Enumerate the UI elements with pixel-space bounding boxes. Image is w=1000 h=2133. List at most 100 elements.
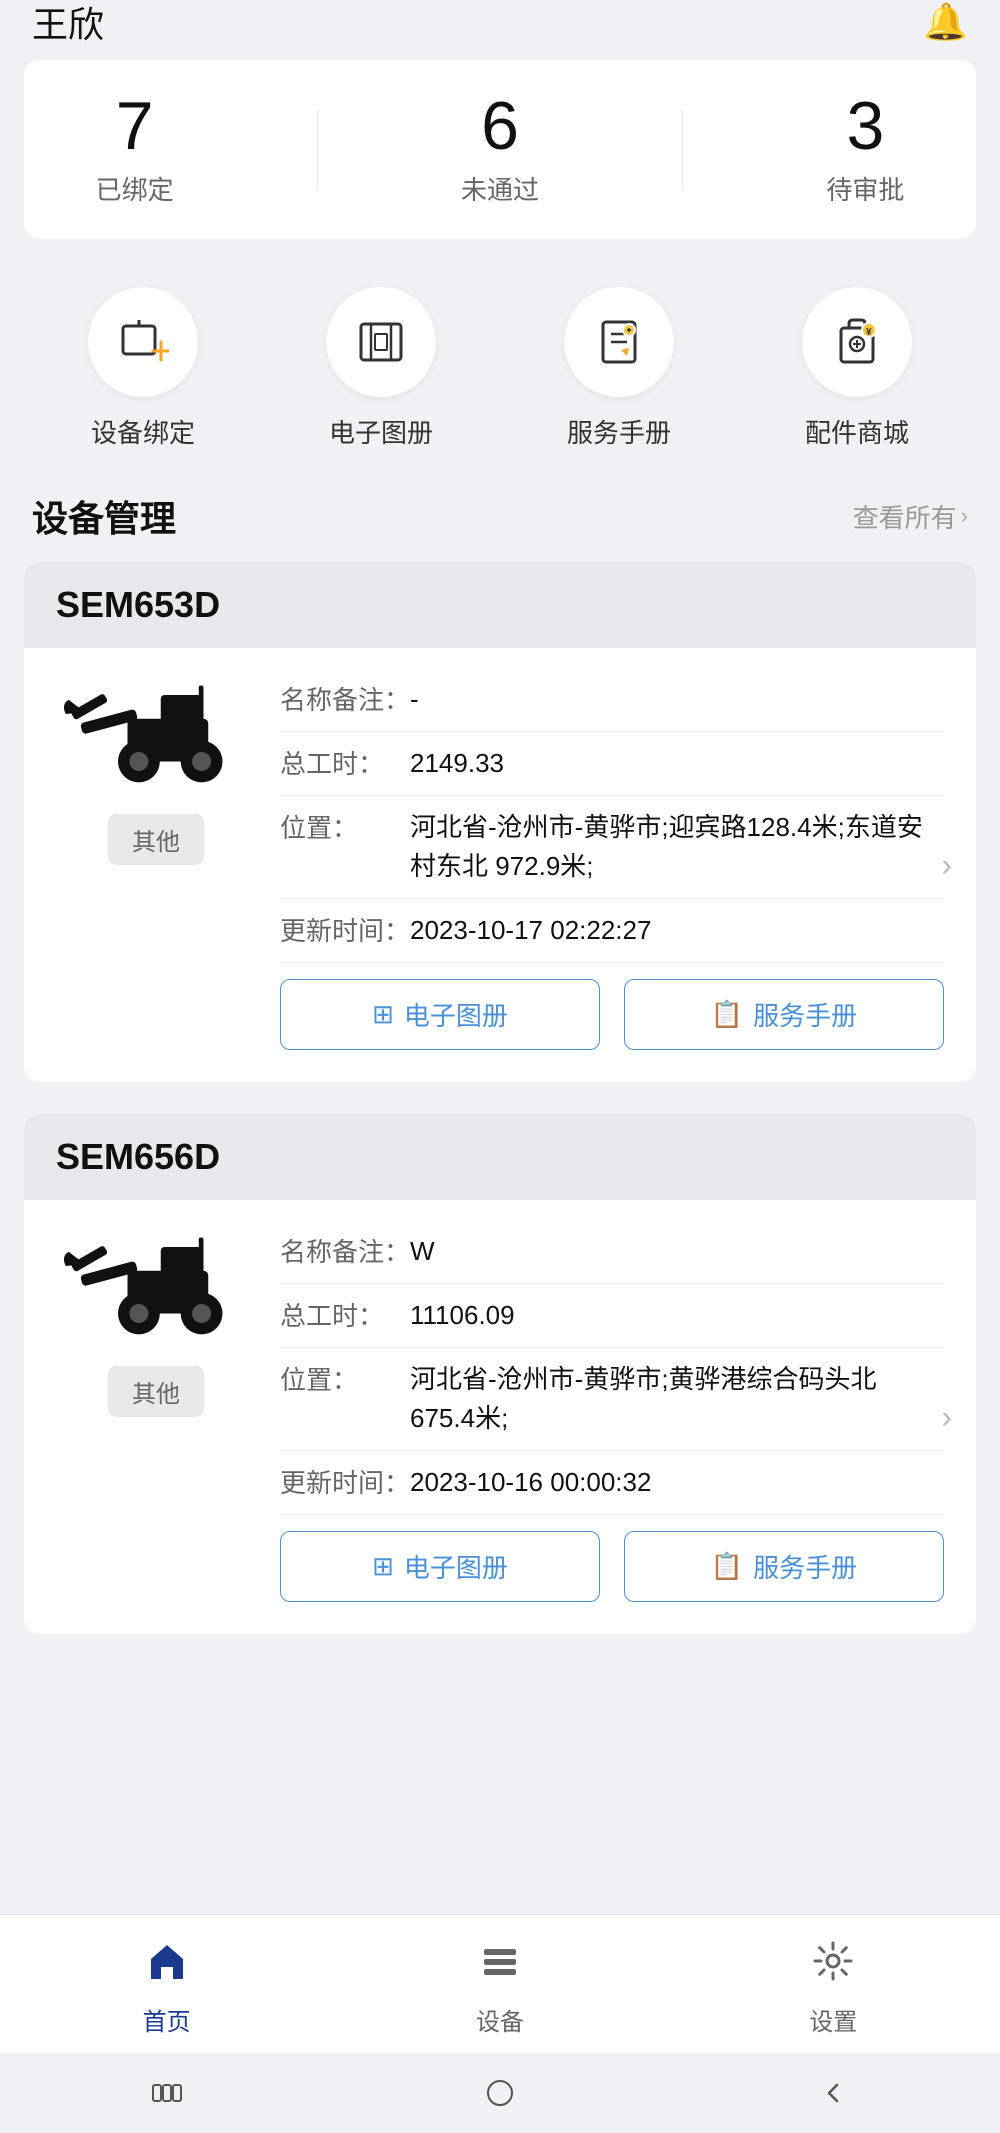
stat-bound-number: 7 [116,92,154,160]
stat-pending-label: 待审批 [826,170,904,207]
device-card-header-1: SEM653D [24,562,976,648]
device-model-1: SEM653D [56,584,220,625]
device-management-title: 设备管理 [32,490,176,542]
stat-pending-number: 3 [846,92,884,160]
info-key-location-1: 位置： [280,808,410,845]
manual-icon-2: 📋 [711,1551,743,1582]
view-all-button[interactable]: 查看所有 › [853,498,968,535]
device-silhouette-1 [61,673,251,793]
info-val-name-1: - [410,680,944,719]
quick-actions: 设备绑定 电子图册 服务手册 [0,255,1000,482]
home-icon [145,1939,189,1994]
nav-home-label: 首页 [143,2002,191,2037]
header: 王欣 🔔 [0,0,1000,44]
device-tag-1: 其他 [108,814,204,865]
stat-pending[interactable]: 3 待审批 [826,92,904,207]
info-val-location-2: 河北省-沧州市-黄骅市;黄骅港综合码头北 675.4米; [410,1360,944,1438]
parts-shop-icon: ¥ [831,316,883,368]
service-manual-icon [593,316,645,368]
device-info-row-name-2: 名称备注： W [280,1220,944,1284]
stats-card: 7 已绑定 6 未通过 3 待审批 [24,60,976,239]
info-val-update-2: 2023-10-16 00:00:32 [410,1463,944,1502]
device-info-row-location-1: 位置： 河北省-沧州市-黄骅市;迎宾路128.4米;东道安村东北 972.9米; [280,796,944,899]
device-management-header: 设备管理 查看所有 › [0,482,1000,562]
electronic-album-icon-circle [326,287,436,397]
info-key-update-1: 更新时间： [280,911,410,948]
info-val-hours-1: 2149.33 [410,744,944,783]
card-chevron-1: › [941,847,952,884]
stat-failed-number: 6 [481,92,519,160]
stat-bound[interactable]: 7 已绑定 [96,92,174,207]
device-actions-2: ⊞ 电子图册 📋 服务手册 [280,1531,944,1602]
device-card-header-2: SEM656D [24,1114,976,1200]
stat-divider-2 [682,110,683,190]
action-service-manual-label: 服务手册 [567,413,671,450]
device-card-body-1[interactable]: 其他 名称备注： - 总工时： 2149.33 位置： 河北省-沧州市-黄骅市;… [24,648,976,1082]
view-all-chevron-icon: › [961,503,968,529]
device-model-2: SEM656D [56,1136,220,1177]
nav-device[interactable]: 设备 [476,1939,524,2037]
device-tag-2: 其他 [108,1366,204,1417]
notification-bell-icon[interactable]: 🔔 [923,1,968,43]
device-info-row-hours-2: 总工时： 11106.09 [280,1284,944,1348]
action-device-bind[interactable]: 设备绑定 [88,287,198,450]
info-key-location-2: 位置： [280,1360,410,1397]
action-electronic-album[interactable]: 电子图册 [326,287,436,450]
bottom-nav: 首页 设备 设置 [0,1914,1000,2053]
stat-failed[interactable]: 6 未通过 [461,92,539,207]
device-info-2: 名称备注： W 总工时： 11106.09 位置： 河北省-沧州市-黄骅市;黄骅… [280,1220,944,1602]
device-info-row-hours-1: 总工时： 2149.33 [280,732,944,796]
parts-shop-icon-circle: ¥ [802,287,912,397]
device-album-btn-1[interactable]: ⊞ 电子图册 [280,979,600,1050]
info-val-hours-2: 11106.09 [410,1296,944,1335]
system-nav-bar [0,2053,1000,2133]
device-card-sem653d: SEM653D [24,562,976,1082]
device-image-section-2: 其他 [56,1220,256,1602]
device-album-label-1: 电子图册 [404,996,508,1033]
svg-text:¥: ¥ [866,327,872,338]
info-val-name-2: W [410,1232,944,1271]
album-icon-1: ⊞ [372,999,394,1030]
info-val-location-1: 河北省-沧州市-黄骅市;迎宾路128.4米;东道安村东北 972.9米; [410,808,944,886]
info-key-hours-1: 总工时： [280,744,410,781]
settings-icon [811,1939,855,1994]
device-bind-icon [117,316,169,368]
electronic-album-icon [355,316,407,368]
device-info-row-update-2: 更新时间： 2023-10-16 00:00:32 [280,1451,944,1515]
device-icon [478,1939,522,1994]
stat-failed-label: 未通过 [461,170,539,207]
device-card-sem656d: SEM656D [24,1114,976,1634]
device-bind-icon-circle [88,287,198,397]
device-info-row-update-1: 更新时间： 2023-10-17 02:22:27 [280,899,944,963]
device-manual-btn-1[interactable]: 📋 服务手册 [624,979,944,1050]
stat-divider-1 [317,110,318,190]
action-device-bind-label: 设备绑定 [91,413,195,450]
action-electronic-album-label: 电子图册 [329,413,433,450]
nav-device-label: 设备 [476,2002,524,2037]
info-key-update-2: 更新时间： [280,1463,410,1500]
info-key-name-2: 名称备注： [280,1232,410,1269]
sys-nav-home[interactable] [460,2073,540,2113]
device-album-label-2: 电子图册 [404,1548,508,1585]
action-service-manual[interactable]: 服务手册 [564,287,674,450]
nav-settings-label: 设置 [809,2002,857,2037]
stat-bound-label: 已绑定 [96,170,174,207]
device-image-section-1: 其他 [56,668,256,1050]
nav-home[interactable]: 首页 [143,1939,191,2037]
sys-nav-back[interactable] [793,2073,873,2113]
device-card-body-2[interactable]: 其他 名称备注： W 总工时： 11106.09 位置： 河北省-沧州市-黄骅市… [24,1200,976,1634]
view-all-label: 查看所有 [853,498,957,535]
manual-icon-1: 📋 [711,999,743,1030]
device-image-2 [56,1220,256,1350]
nav-settings[interactable]: 设置 [809,1939,857,2037]
info-key-hours-2: 总工时： [280,1296,410,1333]
username: 王欣 [32,0,104,48]
device-album-btn-2[interactable]: ⊞ 电子图册 [280,1531,600,1602]
service-manual-icon-circle [564,287,674,397]
device-info-1: 名称备注： - 总工时： 2149.33 位置： 河北省-沧州市-黄骅市;迎宾路… [280,668,944,1050]
device-manual-btn-2[interactable]: 📋 服务手册 [624,1531,944,1602]
sys-nav-recent[interactable] [127,2073,207,2113]
device-info-row-name-1: 名称备注： - [280,668,944,732]
card-chevron-2: › [941,1399,952,1436]
action-parts-shop[interactable]: ¥ 配件商城 [802,287,912,450]
